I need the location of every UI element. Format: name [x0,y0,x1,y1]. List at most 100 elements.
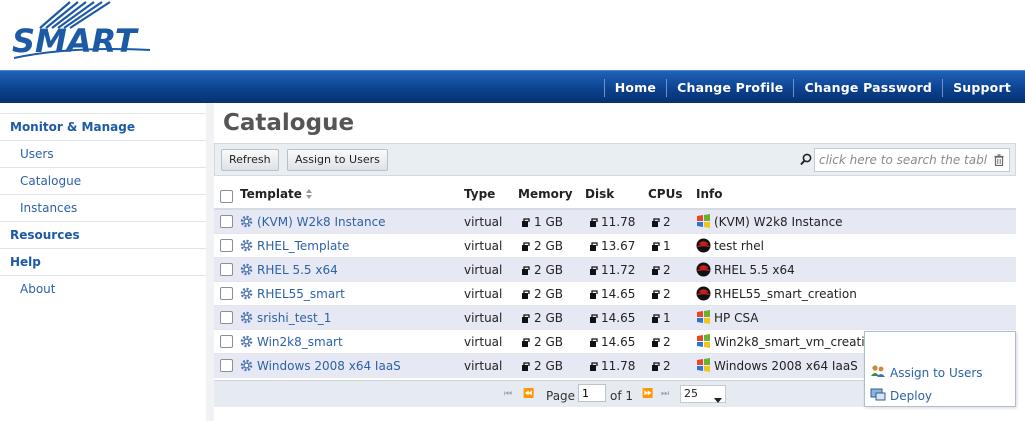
template-name-link[interactable]: RHEL 5.5 x64 [257,263,338,277]
table-row[interactable]: RHEL55_smart virtual 2 GB 14.65 2 RHEL55_smar… [214,282,1016,306]
previous-page-icon[interactable]: ⏪ [523,389,534,399]
search-input[interactable] [815,149,987,171]
column-header-type[interactable]: Type [464,187,495,201]
assign-to-users-button[interactable]: Assign to Users [287,149,388,171]
template-gear-icon [240,239,253,255]
nav-change-password[interactable]: Change Password [793,78,942,97]
template-name-link[interactable]: RHEL_Template [257,239,349,253]
disk-chip-icon [589,289,599,303]
column-header-cpus[interactable]: CPUs [648,187,683,201]
search-field [814,148,1010,172]
template-info: test rhel [714,239,764,253]
memory-chip-icon [521,361,531,375]
template-disk: 11.78 [601,215,636,229]
sidebar-item-about[interactable]: About [20,282,55,296]
search-icon [800,153,812,169]
row-checkbox[interactable] [220,359,233,372]
sidebar-section-monitor-manage[interactable]: Monitor & Manage [10,120,135,134]
disk-chip-icon [589,313,599,327]
template-type: virtual [464,239,503,253]
page-size-select[interactable]: 25 [680,385,726,403]
template-memory: 1 GB [534,215,563,229]
row-checkbox[interactable] [220,215,233,228]
memory-chip-icon [521,265,531,279]
sidebar-item-catalogue[interactable]: Catalogue [20,174,81,188]
template-disk: 11.72 [601,263,636,277]
sidebar-item-users[interactable]: Users [20,147,54,161]
row-checkbox[interactable] [220,311,233,324]
windows-logo-icon [696,358,711,375]
nav-home[interactable]: Home [603,78,666,97]
menu-item-deploy[interactable]: Deploy [870,387,932,404]
select-all-checkbox[interactable] [220,190,233,203]
template-cpus: 1 [663,239,671,253]
page-number-input[interactable] [578,384,606,402]
template-info: (KVM) W2k8 Instance [714,215,843,229]
table-row[interactable]: (KVM) W2k8 Instance virtual 1 GB 11.78 2 (KVM… [214,210,1016,234]
page-size-value: 25 [684,387,698,400]
template-cpus: 2 [663,263,671,277]
page-label: Page [546,389,576,403]
cpu-chip-icon [651,361,661,375]
template-cpus: 2 [663,335,671,349]
sidebar: Monitor & Manage Users Catalogue Instanc… [0,103,206,421]
menu-item-assign-to-users[interactable]: Assign to Users [870,363,983,382]
template-gear-icon [240,263,253,279]
template-type: virtual [464,359,503,373]
template-name-link[interactable]: Win2k8_smart [257,335,343,349]
sidebar-section-help[interactable]: Help [10,255,41,269]
template-type: virtual [464,215,503,229]
redhat-logo-icon [696,286,711,304]
refresh-button[interactable]: Refresh [221,149,279,171]
template-gear-icon [240,215,253,231]
row-checkbox[interactable] [220,263,233,276]
template-gear-icon [240,359,253,375]
table-header: Template Type Memory Disk CPUs Info [214,176,1016,210]
column-header-template[interactable]: Template [240,187,302,201]
disk-chip-icon [589,217,599,231]
disk-chip-icon [589,361,599,375]
first-page-icon[interactable]: ⏮ [504,389,512,399]
clear-search-icon[interactable] [994,154,1004,169]
sidebar-section-resources[interactable]: Resources [10,228,80,242]
nav-support[interactable]: Support [942,78,1021,97]
menu-item-label: Deploy [890,388,933,403]
column-header-disk[interactable]: Disk [585,187,614,201]
disk-chip-icon [589,265,599,279]
template-name-link[interactable]: RHEL55_smart [257,287,345,301]
windows-logo-icon [696,334,711,351]
row-checkbox[interactable] [220,287,233,300]
disk-chip-icon [589,241,599,255]
template-memory: 2 GB [534,359,563,373]
sort-icon[interactable] [305,188,313,203]
nav-change-profile[interactable]: Change Profile [666,78,793,97]
template-type: virtual [464,311,503,325]
column-header-info[interactable]: Info [696,187,722,201]
template-name-link[interactable]: (KVM) W2k8 Instance [257,215,386,229]
column-header-memory[interactable]: Memory [518,187,573,201]
template-name-link[interactable]: srishi_test_1 [257,311,331,325]
sidebar-item-instances[interactable]: Instances [20,201,77,215]
template-gear-icon [240,335,253,351]
template-name-link[interactable]: Windows 2008 x64 IaaS [257,359,401,373]
server-deploy-icon [870,387,890,404]
memory-chip-icon [521,313,531,327]
template-memory: 2 GB [534,287,563,301]
cpu-chip-icon [651,241,661,255]
cpu-chip-icon [651,217,661,231]
template-info: RHEL55_smart_creation [714,287,857,301]
template-memory: 2 GB [534,311,563,325]
redhat-logo-icon [696,262,711,280]
next-page-icon[interactable]: ⏩ [642,389,653,399]
table-row[interactable]: srishi_test_1 virtual 2 GB 14.65 1 HP CSA [214,306,1016,330]
row-checkbox[interactable] [220,239,233,252]
template-type: virtual [464,287,503,301]
last-page-icon[interactable]: ⏭ [661,389,669,399]
row-checkbox[interactable] [220,335,233,348]
template-info: HP CSA [714,311,759,325]
template-info: Win2k8_smart_vm_creation [714,335,880,349]
menu-item-label: Assign to Users [890,365,983,380]
table-row[interactable]: RHEL 5.5 x64 virtual 2 GB 11.72 2 RHEL 5.5 x6… [214,258,1016,282]
row-context-menu: Assign to Users Deploy [864,331,1016,407]
table-row[interactable]: RHEL_Template virtual 2 GB 13.67 1 test rhel [214,234,1016,258]
